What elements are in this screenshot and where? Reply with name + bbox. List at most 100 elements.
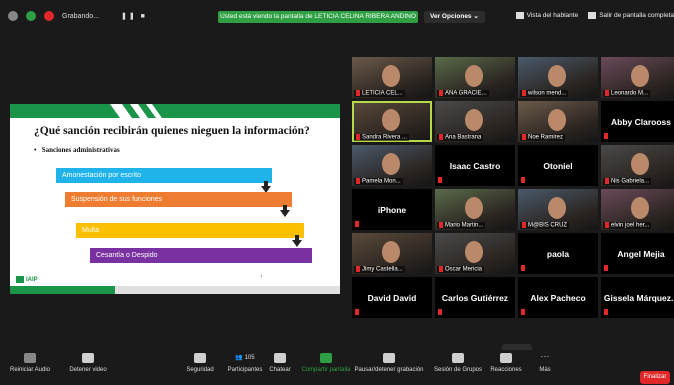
participant-name: LETICIA CEL...: [354, 90, 405, 97]
participant-name-text: Mario Martin...: [445, 223, 484, 229]
muted-mic-icon: [605, 222, 609, 229]
speaker-view-label: Vista del hablante: [526, 12, 579, 20]
step-2: Suspensión de sus funciones: [65, 192, 292, 207]
participant-name-text: LETICIA CEL...: [362, 91, 403, 97]
participant-tile[interactable]: Pamela Mon...: [352, 145, 432, 186]
participant-tile[interactable]: wilson mend...: [518, 57, 598, 98]
participant-tile[interactable]: M@BIS CRUZ: [518, 189, 598, 230]
muted-mic-icon: [438, 309, 442, 315]
security-label: Seguridad: [186, 367, 214, 373]
muted-mic-icon: [24, 353, 36, 363]
participant-tile[interactable]: iPhone: [352, 189, 432, 230]
participant-tile[interactable]: Angel Mejia: [601, 233, 674, 274]
exit-fullscreen-button[interactable]: Salir de pantalla completa: [588, 12, 674, 19]
participant-tile[interactable]: Alex Pacheco: [518, 277, 598, 318]
view-options-label: Ver Opciones: [430, 13, 472, 20]
participant-video-face: [631, 153, 649, 175]
video-camera-icon: [82, 353, 94, 363]
participant-tile[interactable]: Abby Clarooss: [601, 101, 674, 142]
participant-name: Carlos Gutiérrez: [441, 292, 509, 303]
participant-tile[interactable]: Ana Bastrana: [435, 101, 515, 142]
participant-tile[interactable]: Mario Martin...: [435, 189, 515, 230]
participant-name: wilson mend...: [520, 90, 569, 97]
more-button[interactable]: ··· Más: [515, 352, 575, 374]
muted-mic-icon: [521, 177, 525, 183]
participant-tile[interactable]: Otoniel: [518, 145, 598, 186]
muted-mic-icon: [522, 134, 526, 141]
down-arrow-icon: [280, 205, 290, 217]
muted-mic-icon: [356, 134, 360, 141]
participant-tile[interactable]: Oscar Mericia: [435, 233, 515, 274]
participant-name-text: Pamela Mon...: [362, 179, 401, 185]
muted-mic-icon: [521, 309, 525, 315]
unmute-label: Reiniciar Audio: [9, 367, 51, 373]
participant-tile[interactable]: Isaac Castro: [435, 145, 515, 186]
participant-tile[interactable]: Noe Ramirez: [518, 101, 598, 142]
participant-tile[interactable]: elvin joel her...: [601, 189, 674, 230]
stop-video-button[interactable]: Detener video: [58, 353, 118, 373]
participant-video-face: [548, 65, 566, 87]
slide-footer-gray: [115, 286, 340, 294]
security-shield-icon[interactable]: [26, 11, 36, 21]
share-screen-button[interactable]: Compartir pantalla: [296, 353, 356, 373]
cursor-icon: ›: [260, 271, 263, 280]
participant-tile[interactable]: ANA GRACIE...: [435, 57, 515, 98]
participant-name-text: Oscar Mericia: [445, 267, 483, 273]
pause-recording-icon[interactable]: ❚❚ ■: [121, 12, 147, 20]
participant-tile[interactable]: paola: [518, 233, 598, 274]
participant-tile[interactable]: Leonardo M...: [601, 57, 674, 98]
participant-tile[interactable]: Jimy Castella...: [352, 233, 432, 274]
participant-video-face: [382, 109, 400, 131]
participant-tile[interactable]: LETICIA CEL...: [352, 57, 432, 98]
breakout-label: Sesión de Grupos: [433, 367, 483, 373]
participant-tile[interactable]: Nis Gabriela...: [601, 145, 674, 186]
participant-name: paola: [546, 248, 570, 259]
step-4: Cesantía o Despido: [90, 248, 312, 263]
participant-name: iPhone: [377, 204, 407, 215]
participant-name: Oscar Mericia: [437, 266, 485, 273]
slide-footer-bar: [10, 286, 340, 294]
recording-label: Grabando...: [62, 12, 99, 20]
step-1: Amonestación por escrito: [56, 168, 272, 183]
muted-mic-icon: [439, 266, 443, 273]
slide-title: ¿Qué sanción recibirán quienes nieguen l…: [34, 125, 310, 137]
breakout-rooms-icon: [452, 353, 464, 363]
participant-tile[interactable]: Sandra Rivera ...: [352, 101, 432, 142]
muted-mic-icon: [356, 266, 360, 273]
muted-mic-icon: [604, 309, 608, 315]
meeting-status: Grabando... ❚❚ ■: [8, 11, 147, 21]
pause-recording-button[interactable]: Pausar/detener grabación: [350, 353, 428, 373]
chat-icon: [274, 353, 286, 363]
slide-header-decoration: [110, 104, 162, 118]
reactions-icon: [500, 353, 512, 363]
muted-mic-icon: [522, 222, 526, 229]
step-2-label: Suspensión de sus funciones: [71, 196, 163, 203]
end-meeting-button[interactable]: Finalizar: [640, 371, 670, 384]
participant-tile[interactable]: Carlos Gutiérrez: [435, 277, 515, 318]
participant-name: Noe Ramirez: [520, 134, 566, 141]
participant-tile[interactable]: David David: [352, 277, 432, 318]
unmute-button[interactable]: Reiniciar Audio: [0, 353, 60, 373]
participant-video-face: [382, 153, 400, 175]
participant-video-face: [465, 65, 483, 87]
participant-name: Jimy Castella...: [354, 266, 405, 273]
participant-name: Otoniel: [543, 160, 573, 171]
chat-label: Chatear: [269, 367, 291, 373]
speaker-view-button[interactable]: Vista del hablante: [515, 12, 579, 20]
participant-name: elvin joel her...: [603, 222, 652, 229]
info-icon[interactable]: [8, 11, 18, 21]
view-options-button[interactable]: Ver Opciones ⌄: [424, 11, 485, 23]
slide-bullet-text: Sanciones administrativas: [41, 146, 120, 154]
recording-icon: [44, 11, 54, 21]
step-3-label: Multa: [82, 227, 100, 234]
step-1-label: Amonestación por escrito: [62, 172, 141, 179]
participant-name: David David: [367, 292, 417, 303]
participant-name: Sandra Rivera ...: [354, 134, 410, 141]
muted-mic-icon: [355, 309, 359, 315]
muted-mic-icon: [439, 134, 443, 141]
top-right-controls: Vista del hablante Salir de pantalla com…: [515, 12, 674, 20]
participant-name: Nis Gabriela...: [603, 178, 652, 185]
participant-name-text: Leonardo M...: [611, 91, 649, 97]
participant-tile[interactable]: Gissela Márquez...: [601, 277, 674, 318]
muted-mic-icon: [356, 90, 360, 97]
